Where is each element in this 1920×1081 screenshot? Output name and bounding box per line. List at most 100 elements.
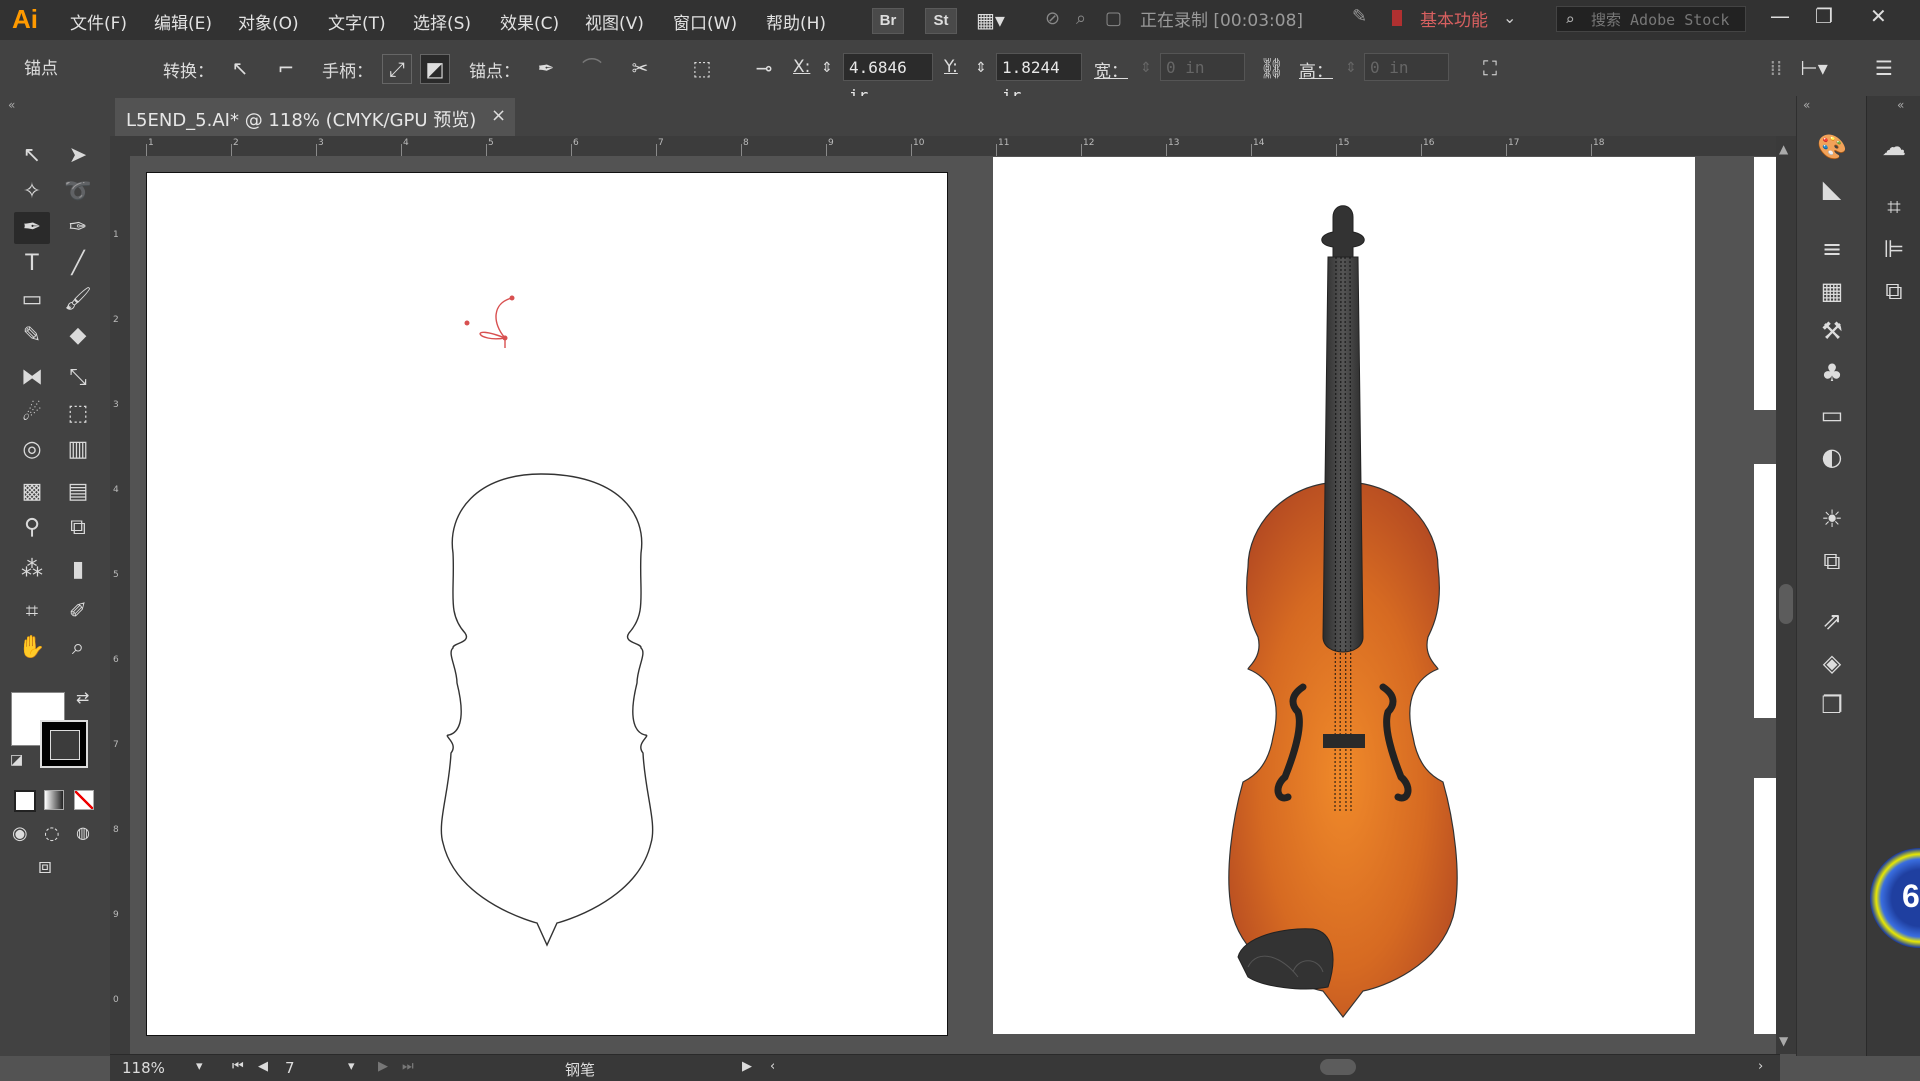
paintbrush-tool-icon[interactable]: 🖌 — [60, 284, 96, 316]
slice-tool-icon[interactable]: ✐ — [60, 596, 96, 628]
align-anchor-icon[interactable]: ⬚ — [688, 54, 716, 82]
menu-file[interactable]: 文件(F) — [70, 9, 127, 34]
last-artboard-icon[interactable]: ⏭ — [402, 1059, 414, 1074]
scroll-up-icon[interactable]: ▲ — [1779, 142, 1788, 156]
show-handles-icon[interactable]: ⤢ — [382, 54, 412, 84]
mesh-tool-icon[interactable]: ▩ — [14, 476, 50, 508]
draw-inside-icon[interactable]: ◍ — [76, 823, 90, 842]
gradient-panel-icon[interactable]: ▭ — [1815, 398, 1849, 432]
zoom-dropdown-icon[interactable]: ▾ — [196, 1059, 203, 1074]
scroll-left-icon[interactable]: ‹ — [770, 1059, 775, 1074]
export-panel-icon[interactable]: ⇗ — [1815, 604, 1849, 638]
width-field[interactable]: 0 in — [1160, 53, 1245, 81]
menu-help[interactable]: 帮助(H) — [766, 9, 826, 34]
artboards-panel-icon[interactable]: ❐ — [1815, 688, 1849, 722]
zoom-icon[interactable]: ⌕ — [1076, 8, 1086, 29]
transform-icon[interactable]: ⊢▾ — [1800, 54, 1828, 82]
link-proportions-icon[interactable]: ⛓ — [1258, 54, 1286, 82]
type-tool-icon[interactable]: T — [14, 248, 50, 280]
gradient-mode-icon[interactable] — [44, 790, 64, 810]
swap-colors-icon[interactable]: ⇄ — [76, 688, 89, 707]
gradient-tool-icon[interactable]: ▤ — [60, 476, 96, 508]
hand-tool-icon[interactable]: ✋ — [14, 632, 50, 664]
w-stepper-icon[interactable]: ⇕ — [1137, 54, 1155, 82]
y-stepper-icon[interactable]: ⇕ — [972, 54, 990, 82]
height-field[interactable]: 0 in — [1364, 53, 1449, 81]
x-field[interactable]: 4.6846 ir — [843, 53, 933, 105]
screen-mode-icon[interactable]: ▢ — [1105, 8, 1122, 29]
document-tab[interactable]: L5END_5.AI* @ 118% (CMYK/GPU 预览) × — [115, 98, 515, 136]
expand-panels-icon[interactable]: « — [1803, 98, 1810, 112]
pen-tool-icon[interactable]: ✒ — [14, 212, 50, 244]
first-artboard-icon[interactable]: ⏮ — [232, 1059, 244, 1074]
menu-select[interactable]: 选择(S) — [413, 9, 471, 34]
align-icon[interactable]: ⁞⁞ — [1762, 54, 1790, 82]
connect-anchors-icon[interactable]: ⌒ — [578, 54, 606, 82]
change-screen-mode-icon[interactable]: ⧈ — [38, 854, 52, 879]
minimize-icon[interactable]: — — [1770, 4, 1790, 28]
direct-selection-tool-icon[interactable]: ➤ — [60, 140, 96, 172]
swatches-panel-icon[interactable]: ▦ — [1815, 274, 1849, 308]
shape-builder-tool-icon[interactable]: ◎ — [14, 434, 50, 466]
hide-handles-icon[interactable]: ◩ — [420, 54, 450, 84]
transform-panel-icon[interactable]: ⌗ — [1877, 190, 1911, 224]
isolate-object-icon[interactable]: ⛶ — [1476, 54, 1504, 82]
horizontal-ruler[interactable]: 1 2 3 4 5 6 7 8 9 10 11 12 13 14 15 16 17 18 — [110, 136, 1780, 157]
h-stepper-icon[interactable]: ⇕ — [1342, 54, 1360, 82]
previous-artboard-icon[interactable]: ◀ — [258, 1059, 268, 1074]
arrange-documents-icon[interactable]: ▦▾ — [976, 8, 1005, 32]
appearance-panel-icon[interactable]: ☀ — [1815, 502, 1849, 536]
draw-behind-icon[interactable]: ◌ — [44, 823, 60, 844]
brushes-panel-icon[interactable]: ⚒ — [1815, 314, 1849, 348]
menu-object[interactable]: 对象(O) — [238, 9, 299, 34]
expand-panels-icon[interactable]: « — [1897, 98, 1904, 112]
restore-icon[interactable]: ❐ — [1815, 4, 1833, 28]
vertical-scroll-thumb[interactable] — [1779, 584, 1793, 624]
y-field[interactable]: 1.8244 ir — [996, 53, 1082, 105]
none-mode-icon[interactable] — [74, 790, 94, 810]
bridge-button[interactable]: Br — [872, 8, 904, 34]
artboard-left[interactable] — [146, 172, 948, 1036]
warp-tool-icon[interactable]: ☄ — [14, 398, 50, 430]
zoom-level[interactable]: 118% — [122, 1059, 165, 1077]
shaper-tool-icon[interactable]: ✎ — [14, 320, 50, 352]
vertical-scrollbar[interactable]: ▲ ▼ — [1776, 136, 1796, 1054]
menu-view[interactable]: 视图(V) — [585, 9, 644, 34]
menu-window[interactable]: 窗口(W) — [673, 9, 737, 34]
collapse-panel-icon[interactable]: « — [8, 98, 15, 112]
x-stepper-icon[interactable]: ⇕ — [818, 54, 836, 82]
next-artboard-icon[interactable]: ▶ — [378, 1059, 388, 1074]
control-menu-icon[interactable]: ☰ — [1870, 54, 1898, 82]
rectangle-tool-icon[interactable]: ▭ — [14, 284, 50, 316]
close-tab-icon[interactable]: × — [491, 105, 506, 126]
stroke-panel-icon[interactable]: ≡ — [1815, 232, 1849, 266]
stroke-color-swatch[interactable] — [40, 720, 88, 768]
pathfinder-panel-icon[interactable]: ⧉ — [1877, 274, 1911, 308]
magic-wand-tool-icon[interactable]: ✧ — [14, 176, 50, 208]
symbol-sprayer-tool-icon[interactable]: ⁂ — [14, 554, 50, 586]
transparency-panel-icon[interactable]: ◐ — [1815, 440, 1849, 474]
menu-effect[interactable]: 效果(C) — [500, 9, 559, 34]
vertical-ruler[interactable]: 1 2 3 4 5 6 7 8 9 0 — [110, 136, 130, 1056]
convert-to-smooth-icon[interactable]: ⌐ — [272, 54, 300, 82]
column-graph-tool-icon[interactable]: ▮ — [60, 554, 96, 586]
menu-type[interactable]: 文字(T) — [328, 9, 386, 34]
convert-to-corner-icon[interactable]: ↖ — [226, 54, 254, 82]
gpu-icon[interactable]: ⊘ — [1045, 8, 1060, 29]
close-window-icon[interactable]: ✕ — [1870, 4, 1887, 28]
symbols-panel-icon[interactable]: ♣ — [1815, 356, 1849, 390]
draw-normal-icon[interactable]: ◉ — [12, 823, 28, 844]
eyedropper-tool-icon[interactable]: ⚲ — [14, 512, 50, 544]
selection-tool-icon[interactable]: ↖ — [14, 140, 50, 172]
reflect-tool-icon[interactable]: ⧓ — [14, 362, 50, 394]
align-panel-icon[interactable]: ⊫ — [1877, 232, 1911, 266]
lasso-tool-icon[interactable]: ➰ — [60, 176, 96, 208]
zoom-tool-icon[interactable]: ⌕ — [60, 632, 96, 664]
artboard-number[interactable]: 7 — [285, 1059, 295, 1077]
color-mode-icon[interactable] — [14, 790, 36, 812]
color-guide-icon[interactable]: ◣ — [1815, 172, 1849, 206]
eraser-tool-icon[interactable]: ◆ — [60, 320, 96, 352]
curvature-tool-icon[interactable]: ✑ — [60, 212, 96, 244]
menu-edit[interactable]: 编辑(E) — [154, 9, 212, 34]
layers-panel-icon[interactable]: ◈ — [1815, 646, 1849, 680]
